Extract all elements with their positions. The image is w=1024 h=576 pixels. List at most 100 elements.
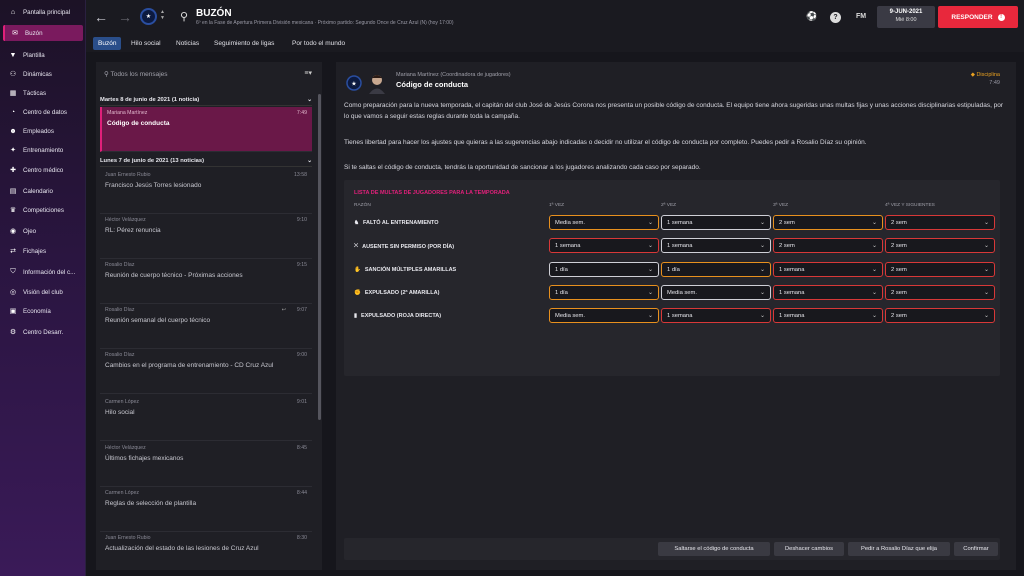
list-item[interactable]: Héctor Velázquez 8:45 Últimos fichajes m… xyxy=(100,442,312,487)
sidebar-item-dynamics[interactable]: ⚇ Dinámicas xyxy=(3,66,83,82)
fine-select[interactable]: 2 sem ⌄ xyxy=(773,238,883,253)
message-from: Mariana Martínez (Coordinadora de jugado… xyxy=(396,72,511,78)
help-icon[interactable]: ? xyxy=(830,12,841,23)
filter-menu-icon[interactable]: ≡▾ xyxy=(304,69,312,77)
tab-league-tracking[interactable]: Seguimiento de ligas xyxy=(209,37,279,50)
fine-select[interactable]: Media sem. ⌄ xyxy=(661,285,771,300)
tab-social-feed[interactable]: Hilo social xyxy=(126,37,166,50)
fine-value: 1 semana xyxy=(779,266,805,273)
sidebar-item-squad[interactable]: ▼ Plantilla xyxy=(3,47,83,63)
message-search[interactable]: ⚲ Todos los mensajes xyxy=(104,70,168,78)
sidebar-item-development[interactable]: ⚙ Centro Desarr. xyxy=(3,324,83,340)
list-item[interactable]: Carmen López 9:01 Hilo social xyxy=(100,396,312,441)
message-sender: Carmen López xyxy=(105,399,140,405)
chevron-down-icon: ⌄ xyxy=(759,243,765,249)
skip-code-button[interactable]: Saltarse el código de conducta xyxy=(658,542,770,556)
sidebar-item-medical[interactable]: ✚ Centro médico xyxy=(3,162,83,178)
page-title: BUZÓN xyxy=(196,8,232,19)
fine-select[interactable]: 1 semana ⌄ xyxy=(661,308,771,323)
chevron-down-icon: ⌄ xyxy=(871,290,877,296)
undo-changes-button[interactable]: Deshacer cambios xyxy=(774,542,844,556)
chevron-updown-icon[interactable]: ▲ ▼ xyxy=(160,9,165,21)
fine-select[interactable]: 2 sem ⌄ xyxy=(885,238,995,253)
date-display[interactable]: 9-JUN-2021 Mié 8:00 xyxy=(877,6,935,28)
fine-select[interactable]: 1 día ⌄ xyxy=(661,262,771,277)
sidebar-item-label: Dinámicas xyxy=(23,70,52,78)
sidebar-item-home[interactable]: ⌂ Pantalla principal xyxy=(3,4,83,20)
sidebar-item-club-vision[interactable]: ◎ Visión del club xyxy=(3,284,83,300)
ask-rosalio-button[interactable]: Pedir a Rosalio Díaz que elija xyxy=(848,542,950,556)
fine-select[interactable]: 2 sem ⌄ xyxy=(885,215,995,230)
chevron-down-icon: ⌄ xyxy=(759,290,765,296)
list-item[interactable]: Rosalio Díaz 9:07 Reunión semanal del cu… xyxy=(100,304,312,349)
transfers-icon: ⇄ xyxy=(10,248,16,255)
tab-inbox[interactable]: Buzón xyxy=(93,37,122,50)
fine-select[interactable]: Media sem. ⌄ xyxy=(549,308,659,323)
tab-around-world[interactable]: Por todo el mundo xyxy=(287,37,350,50)
fine-select[interactable]: 1 semana ⌄ xyxy=(773,308,883,323)
fine-select[interactable]: 1 día ⌄ xyxy=(549,285,659,300)
confirm-button[interactable]: Confirmar xyxy=(954,542,998,556)
chevron-down-icon: ⌄ xyxy=(759,220,765,226)
fine-select[interactable]: 2 sem ⌄ xyxy=(885,262,995,277)
list-item[interactable]: Héctor Velázquez 9:10 RL: Pérez renuncia xyxy=(100,214,312,259)
sidebar-item-transfers[interactable]: ⇄ Fichajes xyxy=(3,243,83,259)
date-group-header[interactable]: Lunes 7 de junio de 2021 (13 noticias) ⌄ xyxy=(100,155,312,167)
group-label: Lunes 7 de junio de 2021 (13 noticias) xyxy=(100,157,205,164)
sidebar-item-club-info[interactable]: ⛉ Información del c... xyxy=(3,264,83,280)
fine-value: 2 sem xyxy=(779,219,795,226)
column-header-first: 1ª VEZ xyxy=(549,203,565,208)
message-paragraph: Como preparación para la nueva temporada… xyxy=(344,102,1004,120)
respond-button[interactable]: RESPONDER ! xyxy=(938,6,1018,28)
sidebar-item-finances[interactable]: ▣ Economía xyxy=(3,303,83,319)
fine-select[interactable]: 2 sem ⌄ xyxy=(885,285,995,300)
fine-select[interactable]: 1 semana ⌄ xyxy=(549,238,659,253)
sidebar-item-training[interactable]: ✦ Entrenamiento xyxy=(3,142,83,158)
fine-reason: ✋ SANCIÓN MÚLTIPLES AMARILLAS xyxy=(354,267,456,273)
message-list-scrollbar[interactable] xyxy=(318,94,321,420)
forward-arrow-icon[interactable]: → xyxy=(118,9,132,25)
search-icon[interactable]: ⚲ xyxy=(180,10,188,23)
back-arrow-icon[interactable]: ← xyxy=(94,9,108,25)
scouting-icon: ◉ xyxy=(9,228,17,235)
date-group-header[interactable]: Martes 8 de junio de 2021 (1 noticia) ⌄ xyxy=(100,94,312,106)
chevron-down-icon: ⌄ xyxy=(871,220,877,226)
fine-select[interactable]: 1 semana ⌄ xyxy=(773,285,883,300)
sidebar-item-tactics[interactable]: ▦ Tácticas xyxy=(3,85,83,101)
page-subtitle: 6º en la Fase de Apertura Primera Divisi… xyxy=(196,20,454,26)
list-item[interactable]: Juan Ernesto Rubio 8:30 Actualización de… xyxy=(100,532,312,576)
sidebar-item-label: Plantilla xyxy=(23,51,45,59)
fine-select[interactable]: 1 semana ⌄ xyxy=(661,215,771,230)
fine-reason-label: SANCIÓN MÚLTIPLES AMARILLAS xyxy=(364,267,457,273)
fine-select[interactable]: Media sem. ⌄ xyxy=(549,215,659,230)
fine-select[interactable]: 1 semana ⌄ xyxy=(661,238,771,253)
sidebar-item-label: Economía xyxy=(23,307,51,315)
message-subject: Reunión semanal del cuerpo técnico xyxy=(105,317,211,324)
fine-select[interactable]: 2 sem ⌄ xyxy=(885,308,995,323)
sidebar-item-scouting[interactable]: ◉ Ojeo xyxy=(3,223,83,239)
fine-select[interactable]: 1 día ⌄ xyxy=(549,262,659,277)
sidebar-item-staff[interactable]: ☻ Empleados xyxy=(3,123,83,139)
sidebar-item-calendar[interactable]: ▤ Calendario xyxy=(3,183,83,199)
football-icon[interactable]: ⚽ xyxy=(806,11,817,22)
fine-select[interactable]: 1 semana ⌄ xyxy=(773,262,883,277)
message-paragraph: Si te saltas el código de conducta, tend… xyxy=(344,164,701,171)
club-badge[interactable]: ★ xyxy=(140,8,157,25)
sidebar-item-competitions[interactable]: ♛ Competiciones xyxy=(3,202,83,218)
message-time: 7:49 xyxy=(989,80,1000,86)
fm-menu-button[interactable]: FM xyxy=(856,13,866,20)
sidebar-item-inbox[interactable]: ✉ Buzón xyxy=(3,25,83,41)
sidebar-item-data-hub[interactable]: ◔ Centro de datos xyxy=(3,104,83,120)
sidebar-item-label: Ojeo xyxy=(23,227,37,235)
fines-title: LISTA DE MULTAS DE JUGADORES PARA LA TEM… xyxy=(354,190,510,196)
list-item[interactable]: Carmen López 8:44 Reglas de selección de… xyxy=(100,487,312,532)
list-item[interactable]: Mariana Martínez 7:49 Código de conducta xyxy=(100,107,312,152)
fine-select[interactable]: 2 sem ⌄ xyxy=(773,215,883,230)
tab-news[interactable]: Noticias xyxy=(171,37,204,50)
message-time: 9:15 xyxy=(296,262,307,268)
message-subject: Código de conducta xyxy=(107,120,170,127)
list-item[interactable]: Rosalio Díaz 9:15 Reunión de cuerpo técn… xyxy=(100,259,312,304)
list-item[interactable]: Rosalio Díaz 9:00 Cambios en el programa… xyxy=(100,349,312,394)
list-item[interactable]: Juan Ernesto Rubio 13:58 Francisco Jesús… xyxy=(100,169,312,214)
chevron-down-icon: ⌄ xyxy=(871,313,877,319)
